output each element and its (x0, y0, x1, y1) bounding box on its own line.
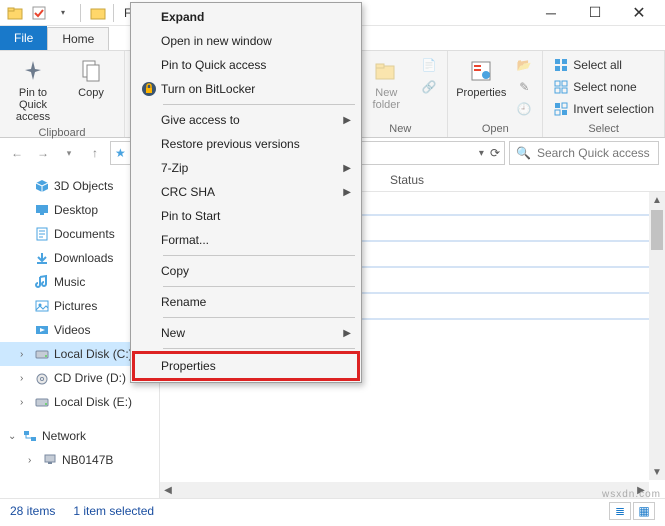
ctx-give-access[interactable]: Give access to▶ (133, 108, 359, 132)
ctx-7zip[interactable]: 7-Zip▶ (133, 156, 359, 180)
watermark: wsxdn.com (602, 489, 661, 500)
folder-icon[interactable] (4, 2, 26, 24)
group-select: Select all Select none Invert selection … (543, 51, 665, 137)
star-icon: ★ (115, 146, 126, 160)
properties-icon (467, 57, 495, 85)
status-selected-count: 1 item selected (73, 504, 154, 518)
history-button[interactable]: 🕘 (512, 99, 536, 119)
pin-icon (19, 57, 47, 85)
tree-icon (34, 202, 50, 218)
maximize-button[interactable]: ☐ (573, 0, 617, 26)
tree-icon (34, 250, 50, 266)
ctx-new[interactable]: New▶ (133, 321, 359, 345)
vertical-scrollbar[interactable]: ▲▼ (649, 192, 665, 480)
new-folder-button[interactable]: New folder (359, 55, 413, 113)
refresh-icon[interactable]: ⟳ (490, 146, 500, 160)
select-none-button[interactable]: Select none (549, 77, 658, 97)
tree-icon (34, 394, 50, 410)
back-button[interactable]: ← (6, 142, 28, 164)
copy-icon (77, 57, 105, 85)
details-view-button[interactable]: ≣ (609, 502, 631, 520)
search-input[interactable]: 🔍 Search Quick access (509, 141, 659, 165)
ctx-expand[interactable]: Expand (133, 5, 359, 29)
minimize-button[interactable]: ─ (529, 0, 573, 26)
ctx-crc-sha[interactable]: CRC SHA▶ (133, 180, 359, 204)
bitlocker-icon (137, 81, 161, 97)
new-folder-icon (372, 57, 400, 85)
ctx-copy[interactable]: Copy (133, 259, 359, 283)
open-button[interactable]: 📂 (512, 55, 536, 75)
ctx-open-new-window[interactable]: Open in new window (133, 29, 359, 53)
history-icon: 🕘 (516, 101, 532, 117)
tree-icon (34, 346, 50, 362)
status-bar: 28 items 1 item selected ≣ ▦ (0, 498, 665, 522)
tree-item-host[interactable]: ›NB0147B (0, 448, 159, 472)
select-none-icon (553, 79, 569, 95)
pin-to-quick-access-button[interactable]: Pin to Quick access (6, 55, 60, 125)
quick-access-toolbar: ▾ (4, 2, 109, 24)
app-folder-icon (87, 2, 109, 24)
group-clipboard: Pin to Quick access Copy Clipboard (0, 51, 125, 137)
ctx-pin-start[interactable]: Pin to Start (133, 204, 359, 228)
thumbnails-view-button[interactable]: ▦ (633, 502, 655, 520)
ctx-restore-versions[interactable]: Restore previous versions (133, 132, 359, 156)
ctx-rename[interactable]: Rename (133, 290, 359, 314)
network-icon (22, 428, 38, 444)
search-icon: 🔍 (516, 146, 531, 160)
properties-button[interactable]: Properties (454, 55, 508, 101)
tree-icon (34, 178, 50, 194)
status-item-count: 28 items (10, 504, 55, 518)
tree-icon (34, 370, 50, 386)
tree-item-network[interactable]: ⌄Network (0, 424, 159, 448)
recent-locations-button[interactable]: ▾ (58, 142, 80, 164)
horizontal-scrollbar[interactable]: ◀▶ (160, 482, 649, 498)
ctx-properties[interactable]: Properties (133, 352, 359, 380)
ctx-pin-quick-access[interactable]: Pin to Quick access (133, 53, 359, 77)
select-all-icon (553, 57, 569, 73)
tree-icon (34, 274, 50, 290)
check-icon[interactable] (28, 2, 50, 24)
edit-icon: ✎ (516, 79, 532, 95)
edit-button[interactable]: ✎ (512, 77, 536, 97)
copy-button[interactable]: Copy (64, 55, 118, 101)
invert-selection-button[interactable]: Invert selection (549, 99, 658, 119)
dropdown-icon[interactable]: ▾ (52, 2, 74, 24)
tab-file[interactable]: File (0, 26, 47, 50)
easy-access-icon: 🔗 (421, 79, 437, 95)
tree-item-local-disk-e-[interactable]: ›Local Disk (E:) (0, 390, 159, 414)
ctx-bitlocker[interactable]: Turn on BitLocker (133, 77, 359, 101)
tree-icon (34, 226, 50, 242)
ctx-format[interactable]: Format... (133, 228, 359, 252)
open-icon: 📂 (516, 57, 532, 73)
new-item-icon: 📄 (421, 57, 437, 73)
group-open: Properties 📂 ✎ 🕘 Open (448, 51, 543, 137)
new-item-button[interactable]: 📄 (417, 55, 441, 75)
select-all-button[interactable]: Select all (549, 55, 658, 75)
up-button[interactable]: ↑ (84, 142, 106, 164)
computer-icon (42, 452, 58, 468)
tree-icon (34, 322, 50, 338)
invert-selection-icon (553, 101, 569, 117)
easy-access-button[interactable]: 🔗 (417, 77, 441, 97)
close-button[interactable]: ✕ (617, 0, 661, 26)
group-new: New folder 📄 🔗 New (353, 51, 448, 137)
forward-button[interactable]: → (32, 142, 54, 164)
tab-home[interactable]: Home (47, 27, 109, 50)
context-menu: Expand Open in new window Pin to Quick a… (130, 2, 362, 383)
tree-icon (34, 298, 50, 314)
